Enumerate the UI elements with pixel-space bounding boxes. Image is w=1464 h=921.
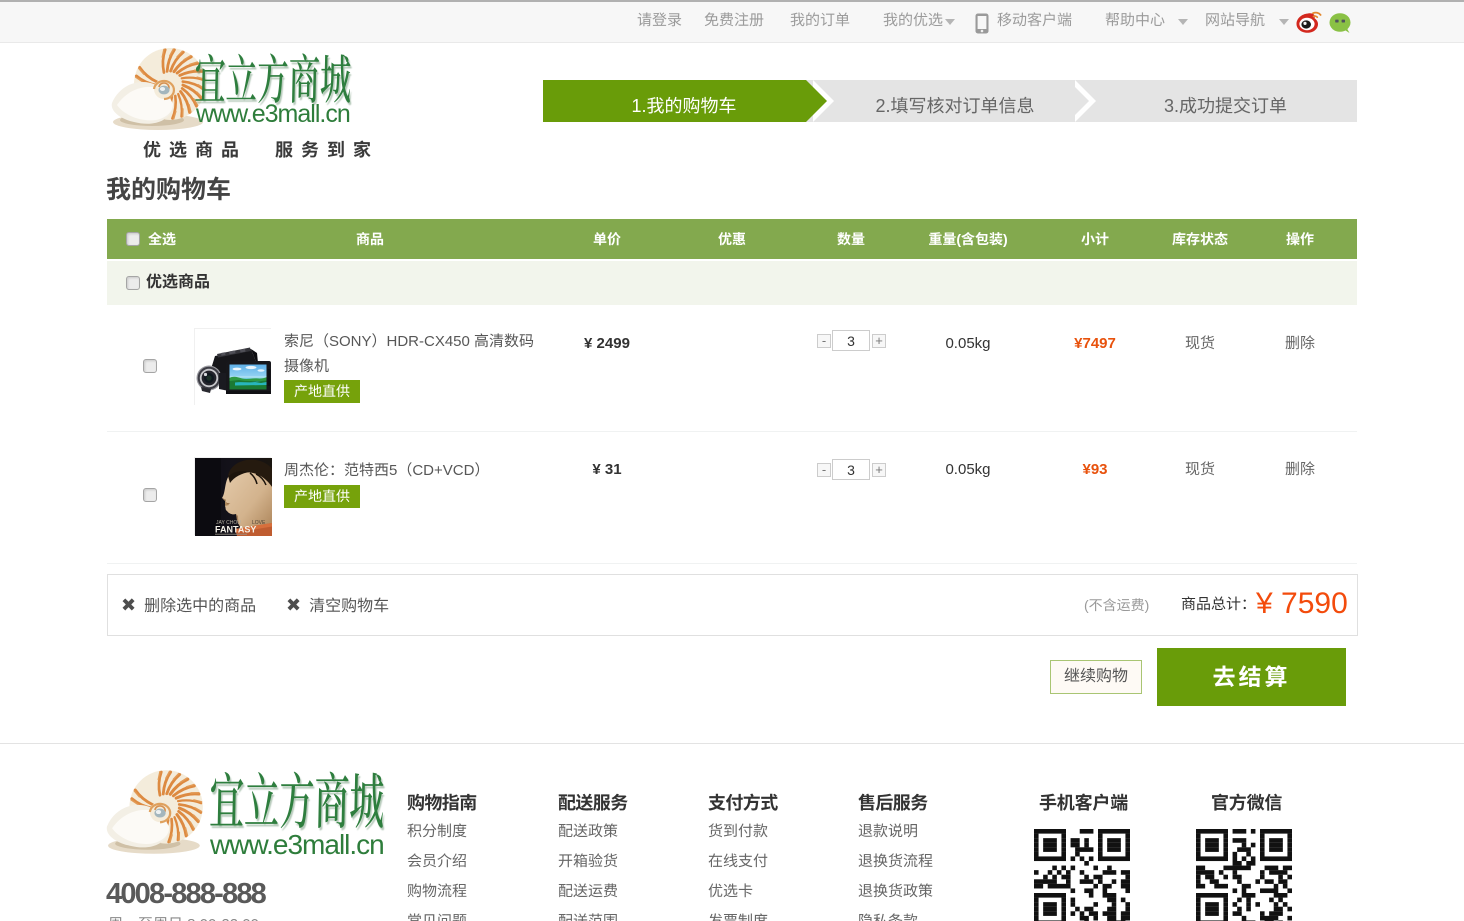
svg-text:FANTASY: FANTASY [215, 525, 256, 535]
svg-text:LOVE: LOVE [252, 520, 266, 526]
